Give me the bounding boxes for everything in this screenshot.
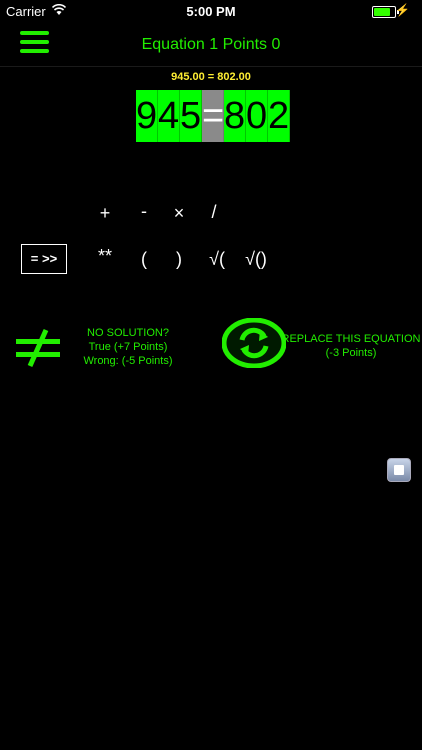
- not-equal-icon[interactable]: [14, 328, 62, 368]
- charging-icon: ⚡: [395, 3, 410, 17]
- replace-cost: (-3 Points): [325, 347, 377, 359]
- digit-tile[interactable]: 4: [158, 90, 180, 142]
- page-title: Equation 1 Points 0: [141, 36, 281, 53]
- minus-operator[interactable]: -: [124, 201, 164, 222]
- replace-equation-label[interactable]: REPLACE THIS EQUATION (-3 Points): [272, 332, 422, 360]
- no-solution-true: True (+7 Points): [88, 341, 168, 353]
- no-solution-label[interactable]: NO SOLUTION? True (+7 Points) Wrong: (-5…: [72, 326, 184, 368]
- sqrt-group-operator[interactable]: √(): [236, 249, 276, 270]
- digit-tile[interactable]: 8: [224, 90, 246, 142]
- no-solution-title: NO SOLUTION?: [87, 327, 169, 339]
- no-solution-wrong: Wrong: (-5 Points): [83, 355, 173, 367]
- digit-tile[interactable]: 9: [136, 90, 158, 142]
- battery-icon: [372, 6, 399, 18]
- stop-button[interactable]: [387, 458, 411, 482]
- equation-value-text: 945.00 = 802.00: [171, 71, 251, 83]
- divide-operator[interactable]: /: [194, 202, 234, 223]
- multiply-operator[interactable]: ×: [159, 203, 199, 224]
- sqrt-open-operator[interactable]: √(: [197, 249, 237, 270]
- digit-tile[interactable]: 0: [246, 90, 268, 142]
- power-operator[interactable]: **: [85, 246, 125, 267]
- close-paren-operator[interactable]: ): [159, 249, 199, 270]
- header-divider: [0, 66, 422, 67]
- status-bar: Carrier 5:00 PM ⚡: [0, 0, 422, 22]
- plus-operator[interactable]: +: [85, 203, 125, 224]
- equals-next-button[interactable]: = >>: [21, 244, 67, 274]
- clock: 5:00 PM: [186, 4, 236, 19]
- stop-icon: [394, 465, 404, 475]
- replace-title: REPLACE THIS EQUATION: [281, 333, 421, 345]
- digit-tile[interactable]: 5: [180, 90, 202, 142]
- open-paren-operator[interactable]: (: [124, 249, 164, 270]
- digit-tile[interactable]: 2: [268, 90, 290, 142]
- equals-tile[interactable]: =: [202, 90, 224, 142]
- equation-tiles: 9 4 5 = 8 0 2: [136, 90, 290, 142]
